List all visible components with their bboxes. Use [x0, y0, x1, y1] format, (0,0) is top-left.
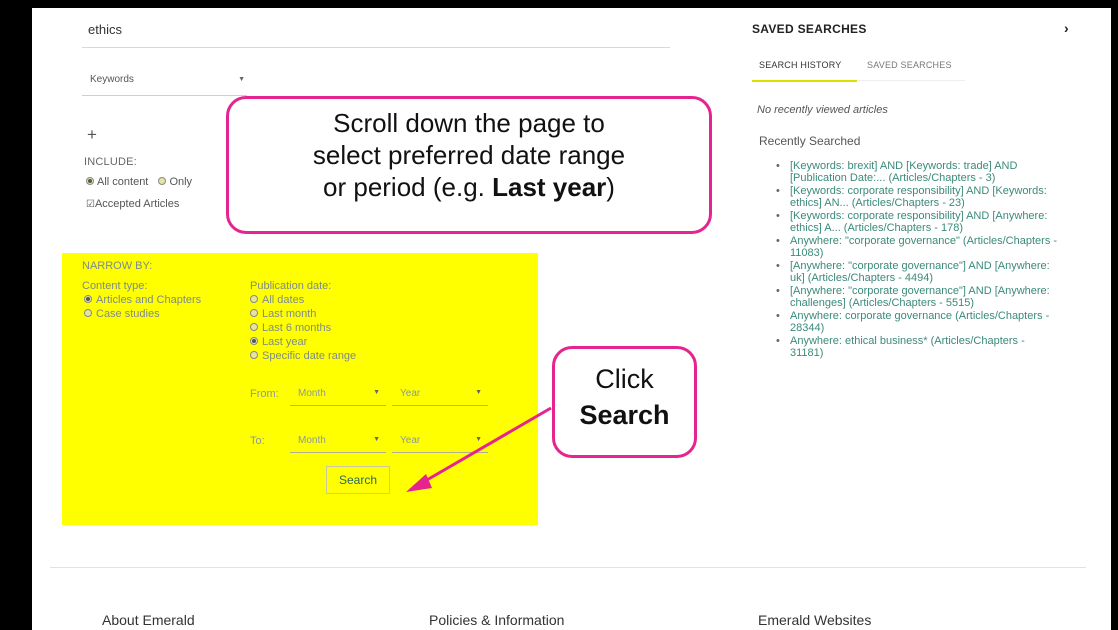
- callout-line-3-bold: Last year: [492, 172, 607, 202]
- saved-searches-title: SAVED SEARCHES: [752, 22, 867, 36]
- scroll-instruction-callout: Scroll down the page to select preferred…: [226, 96, 712, 234]
- no-recent-articles: No recently viewed articles: [757, 104, 888, 116]
- screenshot-border-right: [1111, 0, 1118, 630]
- chevron-right-icon[interactable]: ›: [1064, 20, 1069, 36]
- chevron-down-icon: ▼: [373, 436, 380, 443]
- accepted-articles-label: Accepted Articles: [94, 198, 180, 210]
- recent-search-item[interactable]: [Keywords: corporate responsibility] AND…: [776, 210, 1061, 234]
- footer-websites-link[interactable]: Emerald Websites: [758, 612, 871, 628]
- query-underline: [82, 47, 670, 48]
- all-dates-label: All dates: [262, 294, 305, 306]
- callout-line-1: Scroll down the page to: [333, 108, 605, 138]
- click-line-2-bold: Search: [579, 400, 670, 430]
- recently-searched-label: Recently Searched: [759, 134, 861, 148]
- recent-search-item[interactable]: [Anywhere: "corporate governance"] AND […: [776, 285, 1061, 309]
- narrow-by-title: NARROW BY:: [82, 260, 153, 272]
- include-label: INCLUDE:: [84, 156, 137, 168]
- to-month-select[interactable]: Month ▼: [290, 431, 386, 453]
- click-line-1: Click: [595, 364, 654, 394]
- recent-search-item[interactable]: [Anywhere: "corporate governance"] AND […: [776, 260, 1061, 284]
- date-last-year[interactable]: Last year: [250, 335, 307, 349]
- to-year-value: Year: [400, 435, 421, 446]
- checkbox-icon: ☑: [86, 199, 95, 210]
- callout-line-3-post: ): [606, 172, 615, 202]
- chevron-down-icon: ▼: [475, 436, 482, 443]
- radio-specific-range[interactable]: [250, 351, 258, 359]
- field-select-dropdown[interactable]: Keywords ▼: [82, 74, 247, 96]
- all-content-label: All content: [97, 176, 149, 188]
- radio-last-6-months[interactable]: [250, 323, 258, 331]
- callout-line-2: select preferred date range: [312, 140, 626, 170]
- screenshot-border-top: [0, 0, 1118, 8]
- radio-all-dates[interactable]: [250, 295, 258, 303]
- chevron-down-icon: ▼: [373, 389, 380, 396]
- recent-searches-list: [Keywords: brexit] AND [Keywords: trade]…: [776, 160, 1061, 360]
- recent-search-item[interactable]: [Keywords: corporate responsibility] AND…: [776, 185, 1061, 209]
- search-button[interactable]: Search: [326, 466, 390, 494]
- chevron-down-icon: ▼: [238, 76, 245, 83]
- cases-label: Case studies: [96, 308, 160, 320]
- footer-about-link[interactable]: About Emerald: [102, 612, 195, 628]
- recent-search-item[interactable]: Anywhere: "corporate governance" (Articl…: [776, 235, 1061, 259]
- footer-divider: [50, 567, 1086, 568]
- to-month-value: Month: [298, 435, 326, 446]
- click-line-2: Search: [555, 397, 694, 433]
- field-select-value: Keywords: [90, 74, 134, 85]
- to-year-select[interactable]: Year ▼: [392, 431, 488, 453]
- screenshot-border-left: [0, 0, 32, 630]
- content-type-articles[interactable]: Articles and Chapters: [84, 293, 201, 307]
- last-month-label: Last month: [262, 308, 317, 320]
- callout-line-3-pre: or period (e.g.: [323, 172, 493, 202]
- to-label: To:: [250, 435, 265, 447]
- only-label: Only: [169, 176, 193, 188]
- last-6-months-label: Last 6 months: [262, 322, 332, 334]
- radio-only[interactable]: [158, 177, 167, 185]
- date-last-6-months[interactable]: Last 6 months: [250, 321, 331, 335]
- recent-search-item[interactable]: Anywhere: ethical business* (Articles/Ch…: [776, 335, 1061, 359]
- articles-label: Articles and Chapters: [96, 294, 202, 306]
- recent-search-item[interactable]: [Keywords: brexit] AND [Keywords: trade]…: [776, 160, 1061, 184]
- recent-search-item[interactable]: Anywhere: corporate governance (Articles…: [776, 310, 1061, 334]
- radio-articles[interactable]: [84, 295, 92, 303]
- chevron-down-icon: ▼: [475, 389, 482, 396]
- click-search-callout: Click Search: [552, 346, 697, 458]
- radio-cases[interactable]: [84, 309, 92, 317]
- callout-line-3: or period (e.g. Last year): [229, 171, 709, 203]
- add-field-button[interactable]: +: [84, 126, 100, 144]
- date-last-month[interactable]: Last month: [250, 307, 316, 321]
- tab-saved-searches[interactable]: SAVED SEARCHES: [867, 60, 952, 70]
- date-specific-range[interactable]: Specific date range: [250, 349, 356, 363]
- date-all[interactable]: All dates: [250, 293, 304, 307]
- active-tab-indicator: [752, 80, 857, 82]
- publication-date-label: Publication date:: [250, 280, 332, 292]
- radio-last-year[interactable]: [250, 337, 258, 345]
- from-month-select[interactable]: Month ▼: [290, 384, 386, 406]
- specific-range-label: Specific date range: [262, 350, 357, 362]
- from-month-value: Month: [298, 388, 326, 399]
- content-type-label: Content type:: [82, 280, 148, 292]
- content-type-cases[interactable]: Case studies: [84, 307, 160, 321]
- from-label: From:: [250, 388, 279, 400]
- radio-last-month[interactable]: [250, 309, 258, 317]
- from-year-value: Year: [400, 388, 421, 399]
- accepted-articles-checkbox[interactable]: ☑Accepted Articles: [86, 198, 179, 210]
- radio-all-content[interactable]: [86, 177, 94, 185]
- from-year-select[interactable]: Year ▼: [392, 384, 488, 406]
- last-year-label: Last year: [262, 336, 308, 348]
- tab-divider: [857, 80, 965, 81]
- footer-policies-link[interactable]: Policies & Information: [429, 612, 564, 628]
- include-options: All content Only: [86, 176, 195, 188]
- search-query-input[interactable]: ethics: [88, 22, 122, 37]
- tab-search-history[interactable]: SEARCH HISTORY: [759, 60, 842, 70]
